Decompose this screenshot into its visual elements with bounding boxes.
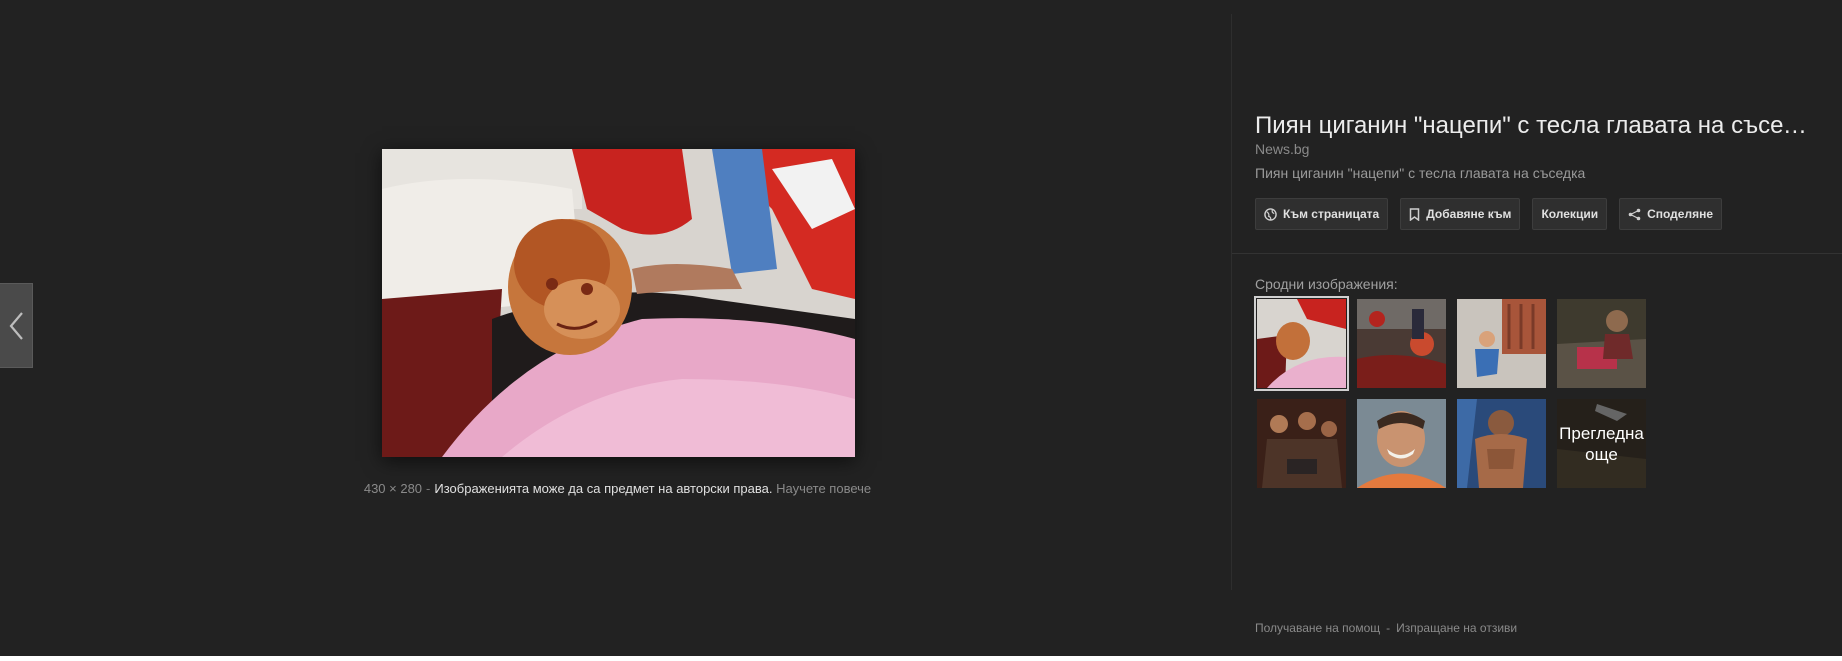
image-source[interactable]: News.bg <box>1255 141 1309 157</box>
related-image-thumbnail[interactable] <box>1257 399 1346 488</box>
collections-button[interactable]: Колекции <box>1532 198 1608 230</box>
view-more-label: Прегледна още <box>1557 399 1646 488</box>
action-buttons: Към страницата Добавяне към Колекции Спо… <box>1255 198 1723 230</box>
panel-divider <box>1231 14 1232 590</box>
previous-image-button[interactable] <box>0 283 33 368</box>
save-to-button[interactable]: Добавяне към <box>1400 198 1521 230</box>
footer-separator: - <box>1386 621 1391 635</box>
globe-icon <box>1264 207 1277 221</box>
view-more-button[interactable]: Прегледна още <box>1557 399 1646 488</box>
chevron-left-icon <box>9 311 23 340</box>
image-title[interactable]: Пиян циганин "нацепи" с тесла главата на… <box>1255 112 1815 140</box>
main-image[interactable] <box>382 149 855 457</box>
photo-elderly-woman-in-bed <box>382 149 855 457</box>
image-dimensions: 430 × 280 <box>363 481 423 496</box>
visit-page-label: Към страницата <box>1283 207 1380 221</box>
share-label: Споделяне <box>1647 207 1714 221</box>
caption-separator: - <box>426 481 431 496</box>
image-caption: 430 × 280- Изображенията може да са предм… <box>0 481 1235 496</box>
footer-links: Получаване на помощ - Изпращане на отзиви <box>1255 621 1517 635</box>
panel-section-divider <box>1232 253 1842 254</box>
help-link[interactable]: Получаване на помощ <box>1255 621 1380 635</box>
related-image-thumbnail[interactable] <box>1357 399 1446 488</box>
related-image-thumbnail[interactable] <box>1357 299 1446 388</box>
related-image-thumbnail[interactable] <box>1557 299 1646 388</box>
visit-page-button[interactable]: Към страницата <box>1255 198 1389 230</box>
feedback-link[interactable]: Изпращане на отзиви <box>1396 621 1517 635</box>
related-image-thumbnail[interactable] <box>1457 299 1546 388</box>
image-viewer-overlay: 430 × 280- Изображенията може да са предм… <box>0 0 1842 656</box>
learn-more-link[interactable]: Научете повече <box>776 481 871 496</box>
copyright-notice: Изображенията може да са предмет на авто… <box>434 481 773 496</box>
related-images-heading: Сродни изображения: <box>1255 276 1398 292</box>
image-description: Пиян циганин "нацепи" с тесла главата на… <box>1255 165 1586 181</box>
save-to-label: Добавяне към <box>1426 207 1512 221</box>
bookmark-icon <box>1409 207 1420 221</box>
collections-label: Колекции <box>1541 207 1599 221</box>
share-button[interactable]: Споделяне <box>1619 198 1723 230</box>
share-icon <box>1628 208 1641 220</box>
related-image-thumbnail[interactable] <box>1254 296 1349 391</box>
related-image-thumbnail[interactable] <box>1457 399 1546 488</box>
